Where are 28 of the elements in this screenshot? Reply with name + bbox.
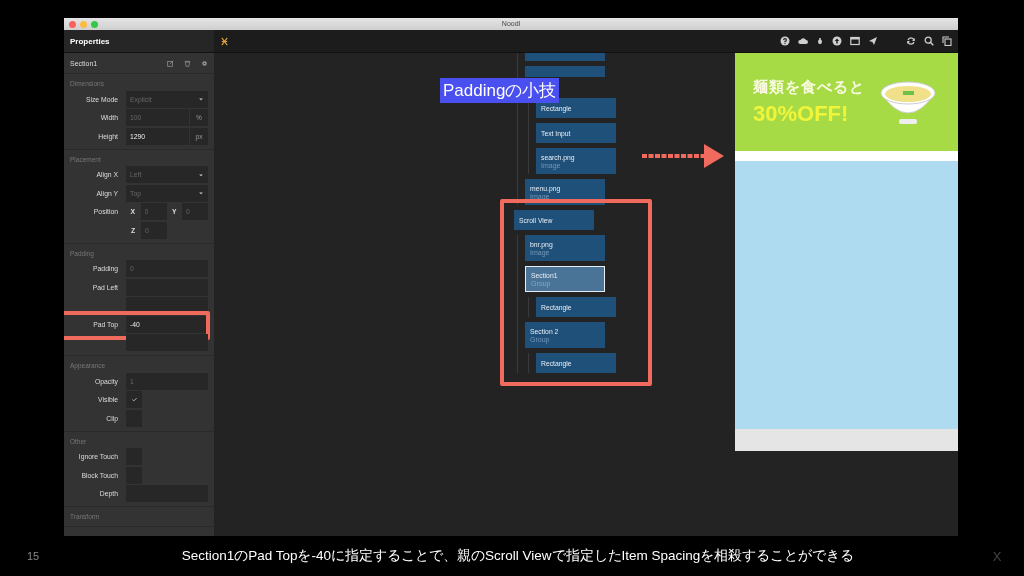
caret-icon[interactable] [198,190,204,197]
bug-icon[interactable] [816,37,824,45]
upload-icon[interactable] [832,36,842,46]
panel-title: Properties [70,36,110,46]
caret-icon[interactable] [198,96,204,103]
slide-caption: Section1のPad Topを-40に指定することで、親のScroll Viewで指定したItem Spacingを相殺することができる [180,547,856,565]
search-icon[interactable] [924,36,934,46]
banner-text: 麺類を食べると [753,77,865,97]
copy-icon[interactable] [942,36,952,46]
slide-number: 15 [25,550,41,562]
banner-offer: 30%OFF! [753,100,850,127]
node-card[interactable] [525,66,605,77]
checkbox[interactable] [126,391,142,409]
send-icon[interactable] [868,36,878,46]
window-icon[interactable] [850,36,860,46]
noodle-bowl-drawing [879,79,937,125]
annotation-label: Paddingの小技 [440,78,560,103]
component-icon[interactable] [220,36,229,46]
number-field[interactable] [126,334,208,352]
edit-icon[interactable] [167,59,174,67]
help-icon[interactable] [780,36,790,46]
check-icon[interactable] [130,396,138,404]
cloud-icon[interactable] [798,36,808,46]
refresh-icon[interactable] [906,36,916,46]
trash-icon[interactable] [184,59,191,67]
caret-icon[interactable] [198,171,204,178]
settings-icon[interactable] [201,59,208,67]
slide-mark: X [991,548,1003,564]
